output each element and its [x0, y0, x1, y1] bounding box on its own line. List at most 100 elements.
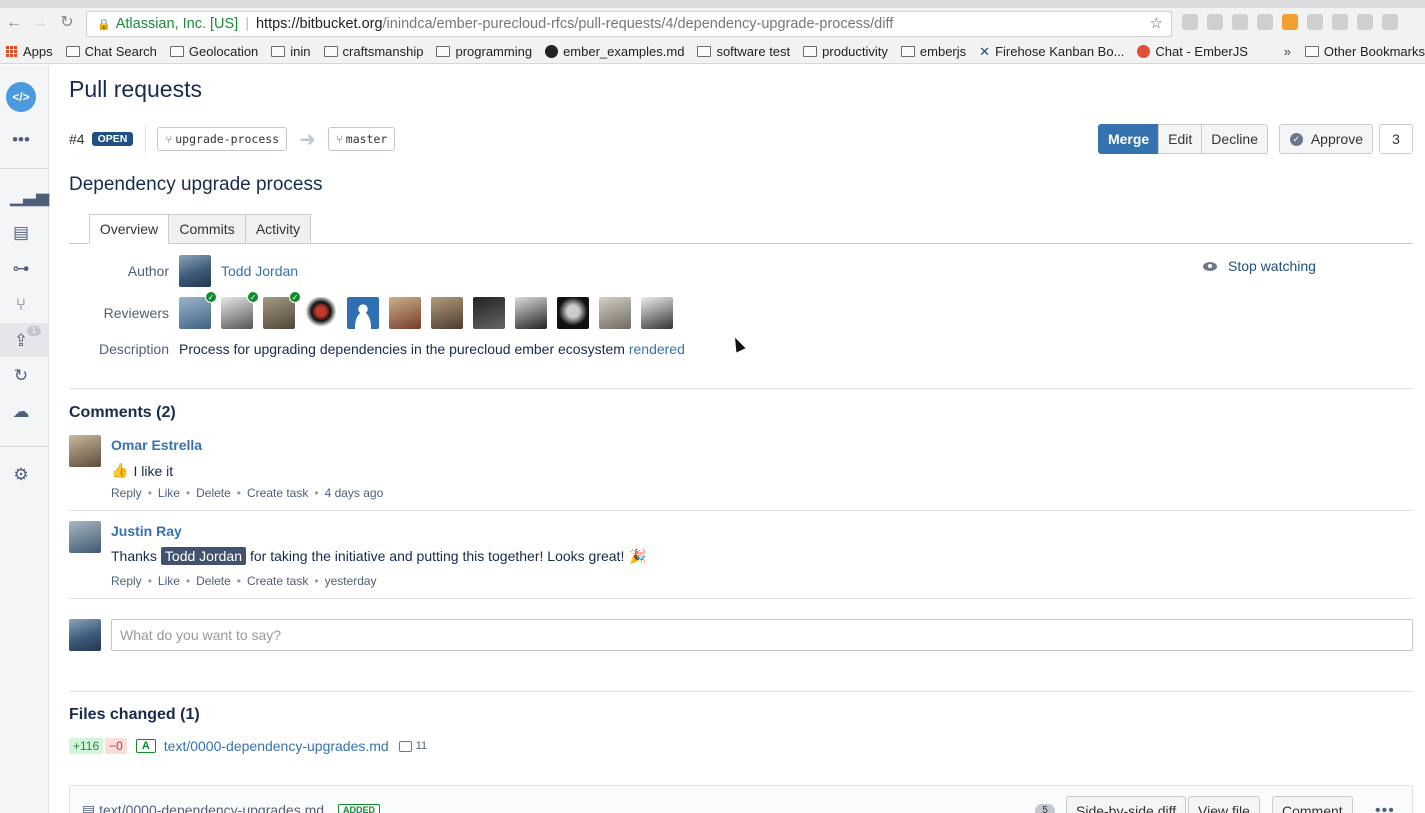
source-branch[interactable]: ⑂ upgrade-process — [157, 127, 288, 151]
avatar[interactable] — [305, 297, 337, 329]
back-icon[interactable]: ← — [4, 13, 24, 33]
commit-icon[interactable]: ⊶ — [10, 258, 32, 280]
comment-timestamp[interactable]: 4 days ago — [325, 486, 384, 500]
folder-icon — [697, 46, 712, 57]
comment-button[interactable]: Comment — [1272, 796, 1353, 813]
comment-actions: Reply • Like • Delete • Create task • yesterday — [111, 574, 377, 588]
url-path: /inindca/ember-purecloud-rfcs/pull-reque… — [382, 16, 894, 32]
view-file-button[interactable]: View file — [1188, 796, 1260, 813]
approved-check-icon: ✓ — [289, 291, 301, 303]
lock-icon: 🔒 — [97, 19, 111, 31]
bookmark-folder[interactable]: software test — [697, 44, 790, 59]
user-mention[interactable]: Todd Jordan — [160, 547, 246, 565]
bookmark-folder[interactable]: productivity — [803, 44, 888, 59]
forward-icon[interactable]: → — [30, 13, 50, 33]
like-link[interactable]: Like — [158, 574, 180, 588]
other-bookmarks[interactable]: Other Bookmarks — [1304, 44, 1425, 59]
tab-overview[interactable]: Overview — [89, 214, 169, 244]
create-task-link[interactable]: Create task — [247, 486, 308, 500]
thumbs-up-icon: 👍 — [111, 462, 129, 478]
avatar[interactable] — [389, 297, 421, 329]
bookmark-folder[interactable]: Chat Search — [65, 44, 157, 59]
bookmarks-overflow-button[interactable]: » — [1284, 44, 1291, 59]
bookmark-folder[interactable]: inin — [271, 44, 311, 59]
merge-button[interactable]: Merge — [1097, 124, 1160, 154]
github-icon — [545, 45, 559, 58]
sidebar-divider — [0, 446, 48, 447]
author-link[interactable]: Todd Jordan — [221, 263, 298, 279]
delete-link[interactable]: Delete — [196, 486, 231, 500]
edit-button[interactable]: Edit — [1158, 124, 1203, 154]
diff-filename: ▤ text/0000-dependency-upgrades.md — [82, 802, 325, 813]
file-link[interactable]: text/0000-dependency-upgrades.md — [164, 738, 389, 754]
repo-logo[interactable]: </> — [6, 82, 36, 112]
sync-icon[interactable]: ↻ — [10, 365, 32, 387]
branch-icon[interactable]: ⑂ — [10, 294, 32, 316]
avatar[interactable] — [473, 297, 505, 329]
extension-icon[interactable] — [1257, 14, 1273, 30]
settings-icon[interactable]: ⚙ — [10, 464, 32, 486]
branch-icon: ⑂ — [335, 132, 343, 146]
avatar[interactable] — [221, 297, 253, 329]
deploy-icon[interactable]: ☁ — [10, 401, 32, 423]
avatar[interactable] — [557, 297, 589, 329]
divider — [145, 125, 147, 153]
avatar[interactable] — [599, 297, 631, 329]
rendered-link[interactable]: rendered — [629, 341, 685, 357]
target-branch[interactable]: ⑂ master — [327, 127, 396, 151]
bookmark-link[interactable]: Chat - EmberJS — [1137, 44, 1248, 59]
document-icon[interactable]: ▤ — [10, 222, 32, 244]
avatar[interactable] — [431, 297, 463, 329]
avatar[interactable] — [179, 297, 211, 329]
divider — [69, 691, 1413, 692]
like-link[interactable]: Like — [158, 486, 180, 500]
bookmark-folder[interactable]: Geolocation — [169, 44, 258, 59]
extension-icon[interactable] — [1307, 14, 1323, 30]
bookmark-apps[interactable]: Apps — [6, 44, 53, 59]
delete-link[interactable]: Delete — [196, 574, 231, 588]
decline-button[interactable]: Decline — [1201, 124, 1268, 154]
extension-icon[interactable] — [1232, 14, 1248, 30]
avatar[interactable] — [515, 297, 547, 329]
avatar[interactable] — [179, 255, 211, 287]
tab-activity[interactable]: Activity — [245, 214, 311, 244]
reply-link[interactable]: Reply — [111, 574, 142, 588]
approve-count[interactable]: 3 — [1379, 124, 1413, 154]
chart-icon[interactable]: ▁▃▅ — [10, 186, 49, 208]
bookmark-folder[interactable]: emberjs — [900, 44, 966, 59]
extension-icon[interactable] — [1357, 14, 1373, 30]
avatar[interactable] — [641, 297, 673, 329]
bookmark-folder[interactable]: craftsmanship — [323, 44, 423, 59]
lines-added: +116 — [69, 738, 104, 754]
bookmark-star-icon[interactable]: ☆ — [1150, 12, 1163, 36]
stop-watching-button[interactable]: Stop watching — [1203, 258, 1316, 274]
bookmark-folder[interactable]: programming — [436, 44, 532, 59]
create-task-link[interactable]: Create task — [247, 574, 308, 588]
address-bar[interactable]: 🔒 Atlassian, Inc. [US] | https://bitbucket.… — [86, 11, 1172, 37]
comment-timestamp[interactable]: yesterday — [325, 574, 377, 588]
approve-button[interactable]: ✓ Approve — [1278, 124, 1373, 154]
avatar[interactable] — [69, 435, 101, 467]
avatar[interactable] — [263, 297, 295, 329]
extension-icon[interactable] — [1182, 14, 1198, 30]
tab-commits[interactable]: Commits — [168, 214, 246, 244]
reload-icon[interactable]: ↻ — [57, 13, 77, 33]
more-icon[interactable]: ••• — [10, 129, 32, 151]
avatar[interactable] — [347, 297, 379, 329]
reply-link[interactable]: Reply — [111, 486, 142, 500]
approved-check-icon: ✓ — [205, 291, 217, 303]
comment-author[interactable]: Omar Estrella — [111, 437, 202, 453]
bookmark-link[interactable]: ember_examples.md — [545, 44, 684, 59]
more-actions-icon[interactable]: ••• — [1375, 802, 1395, 813]
rss-icon[interactable] — [1282, 14, 1298, 30]
side-by-side-diff-button[interactable]: Side-by-side diff — [1066, 796, 1187, 813]
extension-icon[interactable] — [1332, 14, 1348, 30]
comment-input[interactable]: What do you want to say? — [111, 619, 1413, 651]
extension-icon[interactable] — [1382, 14, 1398, 30]
url-domain: https://bitbucket.org — [255, 16, 383, 32]
comment-author[interactable]: Justin Ray — [111, 523, 182, 539]
bookmark-link[interactable]: ✕ Firehose Kanban Bo... — [979, 44, 1124, 60]
browser-tab-strip — [0, 0, 1425, 8]
extension-icon[interactable] — [1207, 14, 1223, 30]
avatar[interactable] — [69, 521, 101, 553]
